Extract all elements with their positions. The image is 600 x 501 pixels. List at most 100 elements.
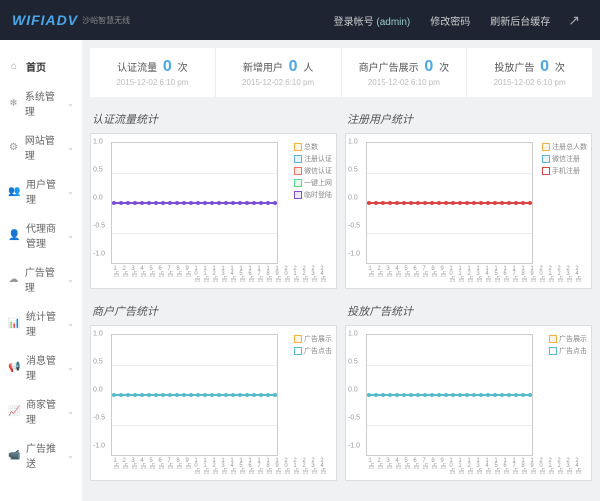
sidebar-label: 首页 [26, 59, 46, 74]
sidebar-label: 系统管理 [25, 88, 61, 118]
legend-item[interactable]: 微信认证 [294, 166, 332, 176]
x-axis: 1点2点3点4点5点6点7点8点9点10点11点12点13点14点15点16点1… [111, 266, 278, 286]
logo-subtitle: 沙峪智慧无线 [82, 15, 130, 26]
login-account[interactable]: 登录帐号 (admin) [324, 13, 421, 28]
x-tick: 7点 [165, 458, 174, 478]
sidebar: ⌂ 首页 ❄系统管理⌄⚙网站管理⌄ 👥 用户管理 ⌄ 👤代理商管理⌄☁广告管理⌄📊统计管理⌄… [0, 40, 82, 501]
stat-date: 2015-12-02 6:10 pm [220, 78, 337, 87]
stat-label: 新增用户 [243, 63, 283, 74]
x-tick: 15点 [492, 266, 501, 286]
x-tick: 6点 [156, 458, 165, 478]
sidebar-item[interactable]: 👤代理商管理⌄ [0, 213, 82, 257]
x-tick: 8点 [174, 266, 183, 286]
stat-unit: 人 [303, 63, 313, 74]
x-tick: 16点 [501, 458, 510, 478]
sidebar-item[interactable]: ⌂ 首页 [0, 52, 82, 81]
chart-title: 投放广告统计 [345, 297, 592, 325]
chart-box: -1.0-0.50.00.51.0 1点2点3点4点5点6点7点8点9点10点1… [90, 133, 337, 289]
chart-box: -1.0-0.50.00.51.0 1点2点3点4点5点6点7点8点9点10点1… [90, 325, 337, 481]
x-tick: 3点 [129, 458, 138, 478]
legend: 注册总人数微信注册手机注册 [542, 142, 587, 178]
x-tick: 20点 [282, 458, 291, 478]
sidebar-item[interactable]: ☁广告管理⌄ [0, 257, 82, 301]
legend-item[interactable]: 手机注册 [542, 166, 587, 176]
stat-label: 投放广告 [494, 63, 534, 74]
x-tick: 8点 [429, 266, 438, 286]
x-tick: 21点 [291, 266, 300, 286]
x-tick: 4点 [393, 458, 402, 478]
y-tick: -0.5 [93, 223, 105, 230]
legend-item[interactable]: 总数 [294, 142, 332, 152]
x-tick: 21点 [546, 266, 555, 286]
x-tick: 7点 [420, 458, 429, 478]
stat-card: 投放广告 0 次2015-12-02 6:10 pm [467, 48, 592, 97]
change-password[interactable]: 修改密码 [420, 13, 480, 28]
legend-item[interactable]: 广告展示 [294, 334, 332, 344]
y-tick: 0.0 [348, 195, 358, 202]
y-tick: 0.5 [348, 167, 358, 174]
sidebar-icon: 👥 [8, 186, 20, 197]
sidebar-item[interactable]: 📢消息管理⌄ [0, 345, 82, 389]
chart-box: -1.0-0.50.00.51.0 1点2点3点4点5点6点7点8点9点10点1… [345, 133, 592, 289]
sidebar-item[interactable]: 👥用户管理⌄ [0, 169, 82, 213]
y-tick: 0.5 [93, 359, 103, 366]
x-tick: 14点 [483, 266, 492, 286]
sidebar-label: 网站管理 [25, 132, 61, 162]
legend-item[interactable]: 一键上网 [294, 178, 332, 188]
x-tick: 16点 [246, 266, 255, 286]
x-tick: 5点 [147, 458, 156, 478]
x-tick: 19点 [273, 458, 282, 478]
sidebar-icon: 📢 [8, 362, 20, 373]
x-tick: 16点 [501, 266, 510, 286]
legend-item[interactable]: 广告点击 [549, 346, 587, 356]
sidebar-item[interactable]: ❄系统管理⌄ [0, 81, 82, 125]
logo: WIFIADV [12, 12, 78, 28]
x-tick: 12点 [210, 266, 219, 286]
sidebar-item[interactable]: 📹广告推送⌄ [0, 433, 82, 477]
x-tick: 19点 [528, 458, 537, 478]
x-tick: 4点 [393, 266, 402, 286]
y-tick: -1.0 [93, 443, 105, 450]
refresh-cache[interactable]: 刷新后台缓存 [480, 13, 560, 28]
x-tick: 1点 [111, 266, 120, 286]
chart-title: 注册用户统计 [345, 105, 592, 133]
x-tick: 4点 [138, 266, 147, 286]
plot-area [111, 142, 278, 264]
legend-item[interactable]: 广告展示 [549, 334, 587, 344]
x-tick: 18点 [519, 458, 528, 478]
x-tick: 13点 [219, 458, 228, 478]
chart-box: -1.0-0.50.00.51.0 1点2点3点4点5点6点7点8点9点10点1… [345, 325, 592, 481]
legend: 广告展示广告点击 [294, 334, 332, 358]
x-tick: 3点 [384, 458, 393, 478]
chart-panel-merchant-ads: 商户广告统计 -1.0-0.50.00.51.0 1点2点3点4点5点6点7点8… [90, 297, 337, 481]
x-tick: 9点 [438, 458, 447, 478]
x-tick: 14点 [228, 266, 237, 286]
sidebar-label: 用户管理 [26, 176, 61, 206]
legend-item[interactable]: 广告点击 [294, 346, 332, 356]
sidebar-label: 统计管理 [26, 308, 61, 338]
chart-panel-users: 注册用户统计 -1.0-0.50.00.51.0 1点2点3点4点5点6点7点8… [345, 105, 592, 289]
x-axis: 1点2点3点4点5点6点7点8点9点10点11点12点13点14点15点16点1… [366, 458, 533, 478]
x-tick: 23点 [564, 458, 573, 478]
x-tick: 3点 [384, 266, 393, 286]
x-tick: 23点 [309, 266, 318, 286]
x-tick: 9点 [183, 458, 192, 478]
sidebar-item[interactable]: ⚙网站管理⌄ [0, 125, 82, 169]
legend-item[interactable]: 注册总人数 [542, 142, 587, 152]
y-tick: -0.5 [348, 415, 360, 422]
x-axis: 1点2点3点4点5点6点7点8点9点10点11点12点13点14点15点16点1… [366, 266, 533, 286]
stat-value: 0 [421, 58, 436, 75]
legend-item[interactable]: 临时登陆 [294, 190, 332, 200]
x-tick: 3点 [129, 266, 138, 286]
sidebar-item[interactable]: 📊统计管理⌄ [0, 301, 82, 345]
share-icon[interactable]: ↗ [560, 12, 588, 29]
sidebar-item[interactable]: 📈商家管理⌄ [0, 389, 82, 433]
sidebar-icon: ⌂ [8, 61, 20, 72]
x-tick: 15点 [492, 458, 501, 478]
x-tick: 24点 [318, 458, 327, 478]
legend-item[interactable]: 注册认证 [294, 154, 332, 164]
x-tick: 24点 [318, 266, 327, 286]
chevron-down-icon: ⌄ [67, 363, 74, 372]
stat-label: 认证流量 [117, 63, 157, 74]
legend-item[interactable]: 微信注册 [542, 154, 587, 164]
